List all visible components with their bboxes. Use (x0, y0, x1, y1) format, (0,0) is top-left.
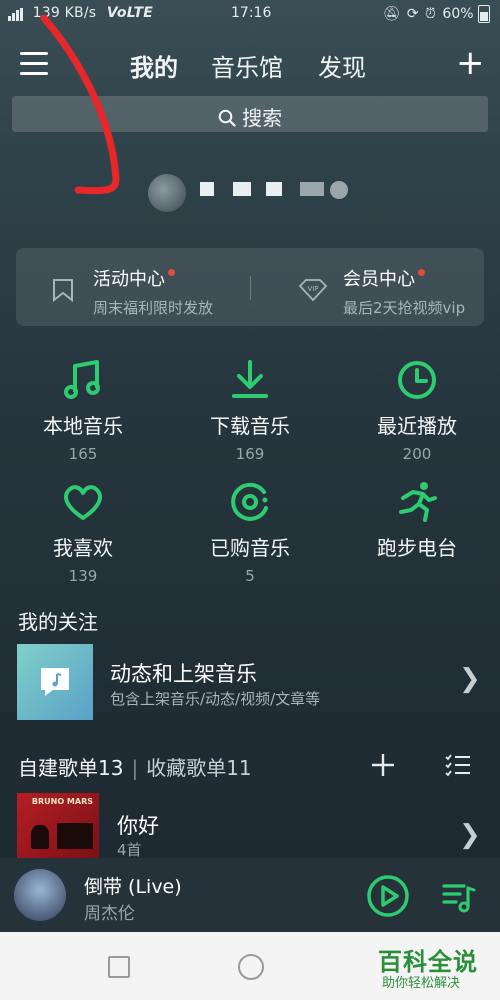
grid-count: 200 (402, 445, 432, 463)
tab-music-hall[interactable]: 音乐馆 (211, 48, 283, 83)
grid-local-music[interactable]: 本地音乐 165 (13, 358, 153, 463)
notification-dot (168, 269, 175, 276)
now-playing-cover[interactable] (14, 869, 66, 921)
level-badge[interactable] (300, 182, 324, 196)
search-icon (218, 109, 236, 127)
add-icon[interactable]: + (456, 46, 485, 80)
annotation-arrow (40, 14, 120, 195)
playlist-tabs: 自建歌单13 | 收藏歌单11 (18, 752, 252, 781)
now-playing-artist: 周杰伦 (84, 904, 135, 924)
home-icon[interactable] (238, 954, 264, 980)
grid-running-radio[interactable]: 跑步电台 (347, 480, 487, 561)
now-playing-title[interactable]: 倒带 (Live) (84, 872, 182, 899)
grid-download-music[interactable]: 下载音乐 169 (180, 358, 320, 463)
grid-count: 169 (235, 445, 265, 463)
vip-badge-icon[interactable] (330, 181, 348, 199)
activity-center[interactable]: 活动中心 周末福利限时发放 (93, 265, 213, 318)
clock-icon (398, 361, 436, 399)
manage-list-icon[interactable] (444, 752, 472, 778)
playlist-count: 4首 (117, 841, 142, 859)
username-blur (200, 182, 214, 196)
bookmark-icon (53, 279, 73, 302)
chevron-right-icon[interactable]: ❯ (459, 820, 481, 850)
status-right: 🔕︎ ⟳ ⏰︎ 60% (383, 5, 490, 23)
grid-purchased[interactable]: 已购音乐 5 (180, 480, 320, 585)
user-avatar[interactable] (148, 174, 186, 212)
recent-apps-icon[interactable] (108, 956, 130, 978)
vip-center-title: 会员中心 (343, 269, 415, 290)
grid-count: 5 (245, 567, 255, 585)
grid-count: 165 (68, 445, 98, 463)
grid-label: 已购音乐 (210, 536, 290, 560)
vip-center-subtitle: 最后2天抢视频vip (343, 299, 466, 317)
vip-diamond-icon: VIP (298, 279, 328, 302)
search-label: 搜索 (242, 106, 283, 130)
purchased-disc-icon (231, 482, 268, 521)
lock-rotation-icon: ⟳ (406, 6, 419, 22)
status-time: 17:16 (231, 5, 272, 21)
album-cover-figure (31, 825, 49, 849)
playlist-queue-icon[interactable] (442, 880, 476, 914)
card-divider (250, 276, 251, 300)
follow-item-title[interactable]: 动态和上架音乐 (110, 658, 257, 688)
music-note-icon (64, 360, 100, 399)
message-note-icon (41, 668, 69, 696)
playlist-cover[interactable]: BRUNO MARS (17, 793, 99, 859)
tab-separator: | (131, 756, 139, 780)
grid-count: 139 (68, 567, 98, 585)
grid-favorites[interactable]: 我喜欢 139 (13, 480, 153, 585)
tab-discover[interactable]: 发现 (318, 48, 366, 83)
grid-label: 下载音乐 (210, 414, 290, 438)
mini-player[interactable] (0, 858, 500, 932)
running-icon (399, 482, 437, 522)
grid-recent-play[interactable]: 最近播放 200 (347, 358, 487, 463)
battery-level: 60% (442, 6, 474, 22)
created-playlists-tab[interactable]: 自建歌单13 (18, 756, 123, 780)
download-icon (232, 360, 268, 398)
collected-playlists-tab[interactable]: 收藏歌单11 (146, 756, 251, 780)
grid-label: 跑步电台 (377, 536, 457, 560)
grid-label: 我喜欢 (53, 536, 113, 560)
chevron-right-icon[interactable]: ❯ (459, 664, 481, 694)
battery-icon (478, 5, 490, 23)
heart-icon (64, 485, 102, 520)
playlist-title[interactable]: 你好 (117, 810, 159, 840)
notification-dot (418, 269, 425, 276)
add-playlist-icon[interactable] (370, 752, 396, 778)
vip-icon-text: VIP (307, 285, 318, 293)
follow-thumbnail (17, 644, 93, 720)
activity-center-title: 活动中心 (93, 269, 165, 290)
album-cover-art (57, 823, 93, 849)
grid-label: 本地音乐 (43, 414, 123, 438)
username-blur (233, 182, 251, 196)
album-cover-text: BRUNO MARS (31, 797, 93, 806)
vip-center[interactable]: 会员中心 最后2天抢视频vip (343, 265, 465, 318)
activity-center-subtitle: 周末福利限时发放 (93, 299, 214, 317)
grid-label: 最近播放 (377, 414, 457, 438)
follow-section-title: 我的关注 (18, 610, 98, 634)
watermark-subtitle: 助你轻松解决 (382, 976, 461, 991)
play-icon[interactable] (366, 874, 410, 918)
follow-item-subtitle: 包含上架音乐/动态/视频/文章等 (110, 690, 321, 708)
alarm-icon: ⏰︎ (425, 6, 436, 22)
bell-off-icon: 🔕︎ (382, 6, 401, 22)
username-blur (266, 182, 282, 196)
